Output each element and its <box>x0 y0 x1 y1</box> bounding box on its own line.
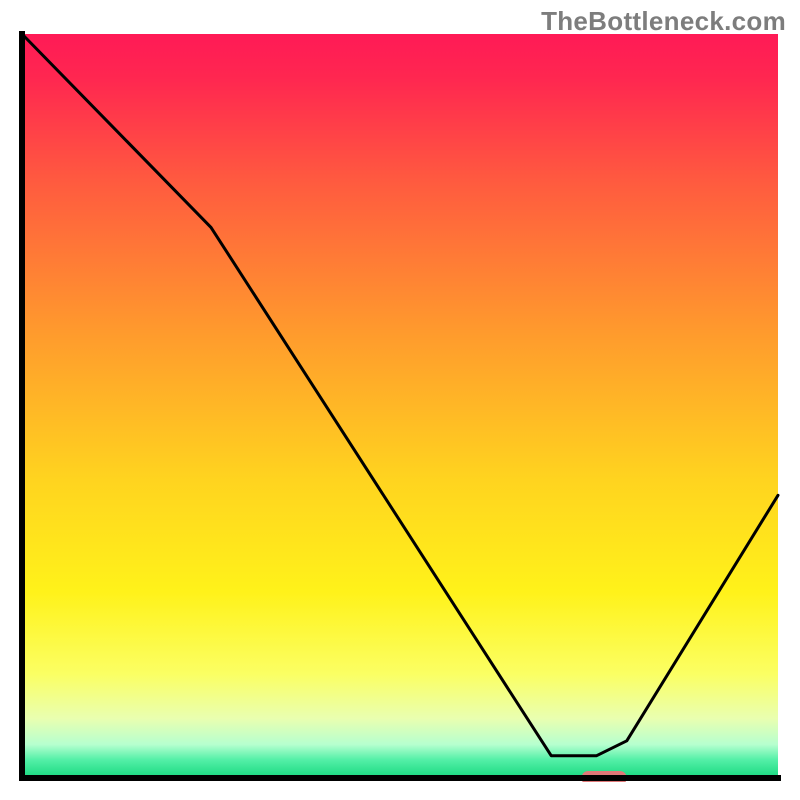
watermark-text: TheBottleneck.com <box>541 6 786 37</box>
chart-svg <box>18 30 782 782</box>
chart-background <box>22 34 778 778</box>
bottleneck-chart <box>18 30 782 782</box>
